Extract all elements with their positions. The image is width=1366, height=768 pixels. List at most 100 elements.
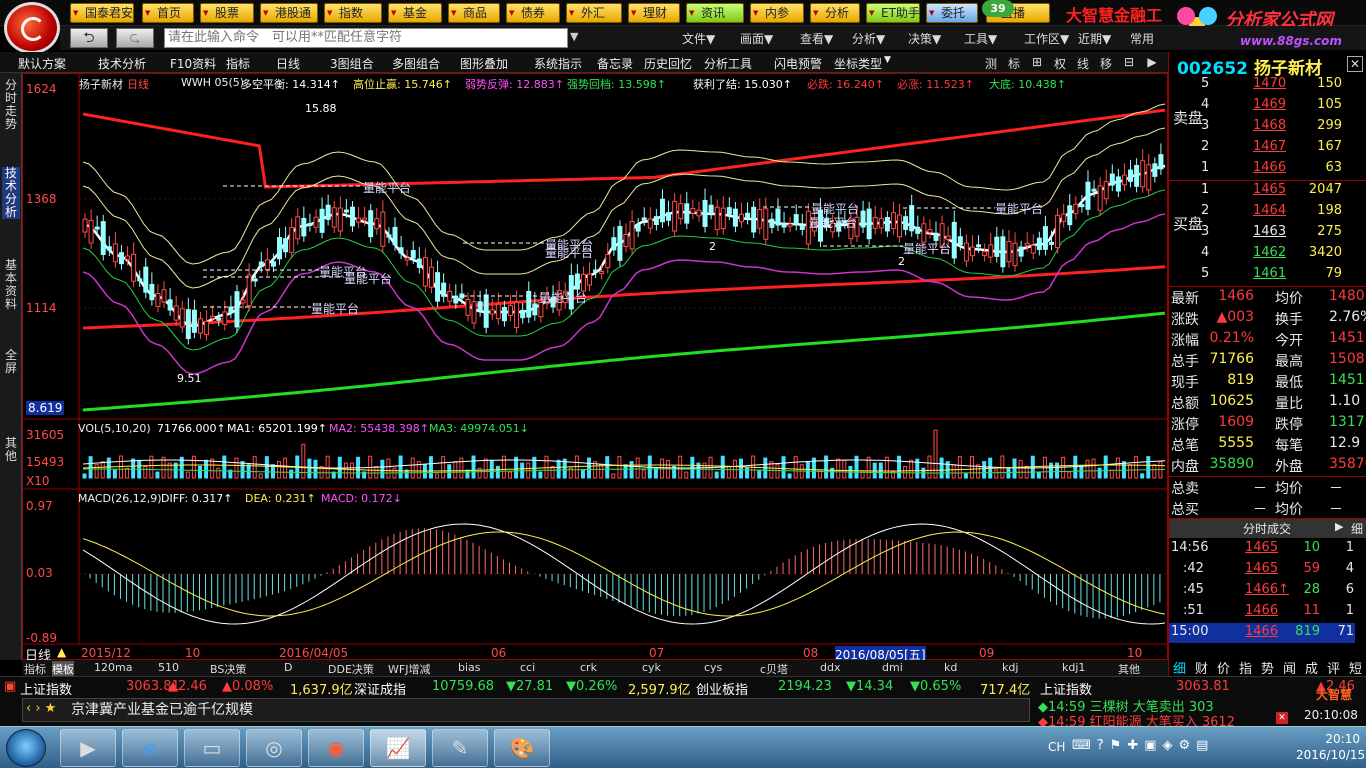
- nav-item-6[interactable]: 商品: [448, 3, 500, 23]
- indicator-tab-14[interactable]: ddx: [820, 661, 840, 674]
- back-button[interactable]: ⮌: [70, 28, 108, 48]
- status-lock-icon[interactable]: ▣: [4, 679, 16, 694]
- indicator-tab-8[interactable]: bias: [458, 661, 481, 674]
- toolbar-small-2[interactable]: ⊞: [1028, 55, 1046, 69]
- sell-price-0[interactable]: 1470: [1253, 76, 1286, 91]
- toolbar-small-1[interactable]: 标: [1005, 55, 1023, 72]
- indicator-tab-18[interactable]: kdj1: [1062, 661, 1085, 674]
- nav-item-1[interactable]: 首页: [142, 3, 194, 23]
- ticks-arrow-icon[interactable]: ▶: [1335, 520, 1343, 533]
- indicator-tab-1[interactable]: 模板: [52, 661, 74, 677]
- sell-price-3[interactable]: 1467: [1253, 139, 1286, 154]
- toolbar-item-10[interactable]: 历史回忆: [644, 55, 692, 72]
- toolbar-small-3[interactable]: 权: [1051, 55, 1069, 72]
- weibo-icon[interactable]: ◉: [308, 729, 364, 767]
- indicator-tab-0[interactable]: 指标: [24, 661, 46, 677]
- buy-price-0[interactable]: 1465: [1253, 182, 1286, 197]
- menu-1[interactable]: 画面▼: [740, 30, 773, 47]
- toolbar-item-3[interactable]: 指标: [226, 55, 250, 72]
- menu-7[interactable]: 近期▼: [1078, 30, 1111, 47]
- rp-tab-7[interactable]: 评: [1327, 658, 1340, 677]
- dzh-app-icon[interactable]: 📈: [370, 729, 426, 767]
- menu-5[interactable]: 工具▼: [964, 30, 997, 47]
- indicator-tab-6[interactable]: DDE决策: [328, 661, 374, 677]
- sidebar-tab-3[interactable]: 全屏: [2, 349, 20, 375]
- kline-chart[interactable]: 扬子新材 日线 WWH 05(5) 多空平衡: 14.314↑ 高位止赢: 15.746…: [22, 73, 1168, 664]
- ticks-detail-button[interactable]: 细: [1351, 520, 1363, 537]
- command-dropdown-icon[interactable]: ▼: [570, 30, 578, 43]
- rp-tab-1[interactable]: 财: [1195, 658, 1208, 677]
- menu-6[interactable]: 工作区▼: [1024, 30, 1069, 47]
- nav-item-10[interactable]: 资讯: [686, 3, 744, 23]
- toolbar-item-8[interactable]: 系统指示: [534, 55, 582, 72]
- toolbar-item-2[interactable]: F10资料: [170, 55, 216, 72]
- rp-tab-0[interactable]: 细: [1173, 658, 1186, 677]
- indicator-tab-5[interactable]: D: [284, 661, 292, 674]
- indicator-tab-19[interactable]: 其他: [1118, 661, 1140, 677]
- rp-tab-5[interactable]: 闻: [1283, 658, 1296, 677]
- nav-item-4[interactable]: 指数: [324, 3, 382, 23]
- nav-item-7[interactable]: 债券: [506, 3, 560, 23]
- command-input[interactable]: [164, 28, 568, 48]
- news-headline[interactable]: 京津冀产业基金已逾千亿规模: [22, 698, 1030, 722]
- sidebar-tab-1[interactable]: 技术分析: [2, 167, 20, 219]
- nav-item-8[interactable]: 外汇: [566, 3, 622, 23]
- ie-browser-icon[interactable]: e: [122, 729, 178, 767]
- forward-button[interactable]: ⮎: [116, 28, 154, 48]
- rp-tab-6[interactable]: 成: [1305, 658, 1318, 677]
- toolbar-item-0[interactable]: 默认方案: [18, 55, 66, 72]
- buy-price-3[interactable]: 1462: [1253, 245, 1286, 260]
- nav-item-2[interactable]: 股票: [200, 3, 254, 23]
- buy-price-4[interactable]: 1461: [1253, 266, 1286, 281]
- toolbar-item-6[interactable]: 多图组合: [392, 55, 440, 72]
- rp-tab-2[interactable]: 价: [1217, 658, 1230, 677]
- sidebar-tab-4[interactable]: 其他: [2, 437, 20, 463]
- rp-tab-4[interactable]: 势: [1261, 658, 1274, 677]
- indicator-tab-12[interactable]: cys: [704, 661, 722, 674]
- toolbar-item-9[interactable]: 备忘录: [597, 55, 633, 72]
- media-player-icon[interactable]: ▶: [60, 729, 116, 767]
- toolbar-item-4[interactable]: 日线: [276, 55, 300, 72]
- rp-tab-8[interactable]: 短: [1349, 658, 1362, 677]
- toolbar-small-4[interactable]: 线: [1074, 55, 1092, 72]
- indicator-tab-9[interactable]: cci: [520, 661, 535, 674]
- nav-item-13[interactable]: ET助手: [866, 3, 920, 23]
- toolbar-dropdown-icon[interactable]: ▼: [884, 55, 891, 65]
- sidebar-tab-2[interactable]: 基本资料: [2, 259, 20, 311]
- sidebar-tab-0[interactable]: 分时走势: [2, 79, 20, 131]
- toolbar-item-11[interactable]: 分析工具: [704, 55, 752, 72]
- indicator-tab-10[interactable]: crk: [580, 661, 597, 674]
- sell-price-1[interactable]: 1469: [1253, 97, 1286, 112]
- site-url[interactable]: www.88gs.com: [1240, 34, 1342, 48]
- toolbar-item-1[interactable]: 技术分析: [98, 55, 146, 72]
- menu-0[interactable]: 文件▼: [682, 30, 715, 47]
- nav-item-11[interactable]: 内参: [750, 3, 804, 23]
- paint-icon[interactable]: 🎨: [494, 729, 550, 767]
- toolbar-item-7[interactable]: 图形叠加: [460, 55, 508, 72]
- sell-price-4[interactable]: 1466: [1253, 160, 1286, 175]
- nav-item-12[interactable]: 分析: [810, 3, 860, 23]
- notepad-icon[interactable]: ✎: [432, 729, 488, 767]
- system-clock[interactable]: 20:10 2016/10/15: [1296, 731, 1365, 763]
- start-button-icon[interactable]: [6, 729, 46, 767]
- explorer-folder-icon[interactable]: ▭: [184, 729, 240, 767]
- nav-item-0[interactable]: 国泰君安: [70, 3, 134, 23]
- indicator-tab-4[interactable]: BS决策: [210, 661, 246, 677]
- indicator-tab-11[interactable]: cyk: [642, 661, 661, 674]
- news-nav-icon[interactable]: ‹ › ★: [26, 701, 56, 716]
- video-reel-icon[interactable]: ◎: [246, 729, 302, 767]
- indicator-tab-16[interactable]: kd: [944, 661, 957, 674]
- indicator-tab-13[interactable]: c贝塔: [760, 661, 788, 677]
- rp-tab-3[interactable]: 指: [1239, 658, 1252, 677]
- toolbar-item-12[interactable]: 闪电预警: [774, 55, 822, 72]
- indicator-tab-2[interactable]: 120ma: [94, 661, 132, 674]
- close-panel-icon[interactable]: ✕: [1347, 56, 1363, 72]
- notification-badge[interactable]: 39: [982, 0, 1014, 17]
- menu-3[interactable]: 分析▼: [852, 30, 885, 47]
- tray-icons[interactable]: ⌨?⚑✚▣◈⚙▤: [1072, 738, 1214, 753]
- sell-price-2[interactable]: 1468: [1253, 118, 1286, 133]
- app-logo-icon[interactable]: [4, 2, 60, 54]
- nav-item-14[interactable]: 委托: [926, 3, 978, 23]
- toolbar-small-0[interactable]: 测: [982, 55, 1000, 72]
- indicator-tab-7[interactable]: WFJ增减: [388, 661, 430, 677]
